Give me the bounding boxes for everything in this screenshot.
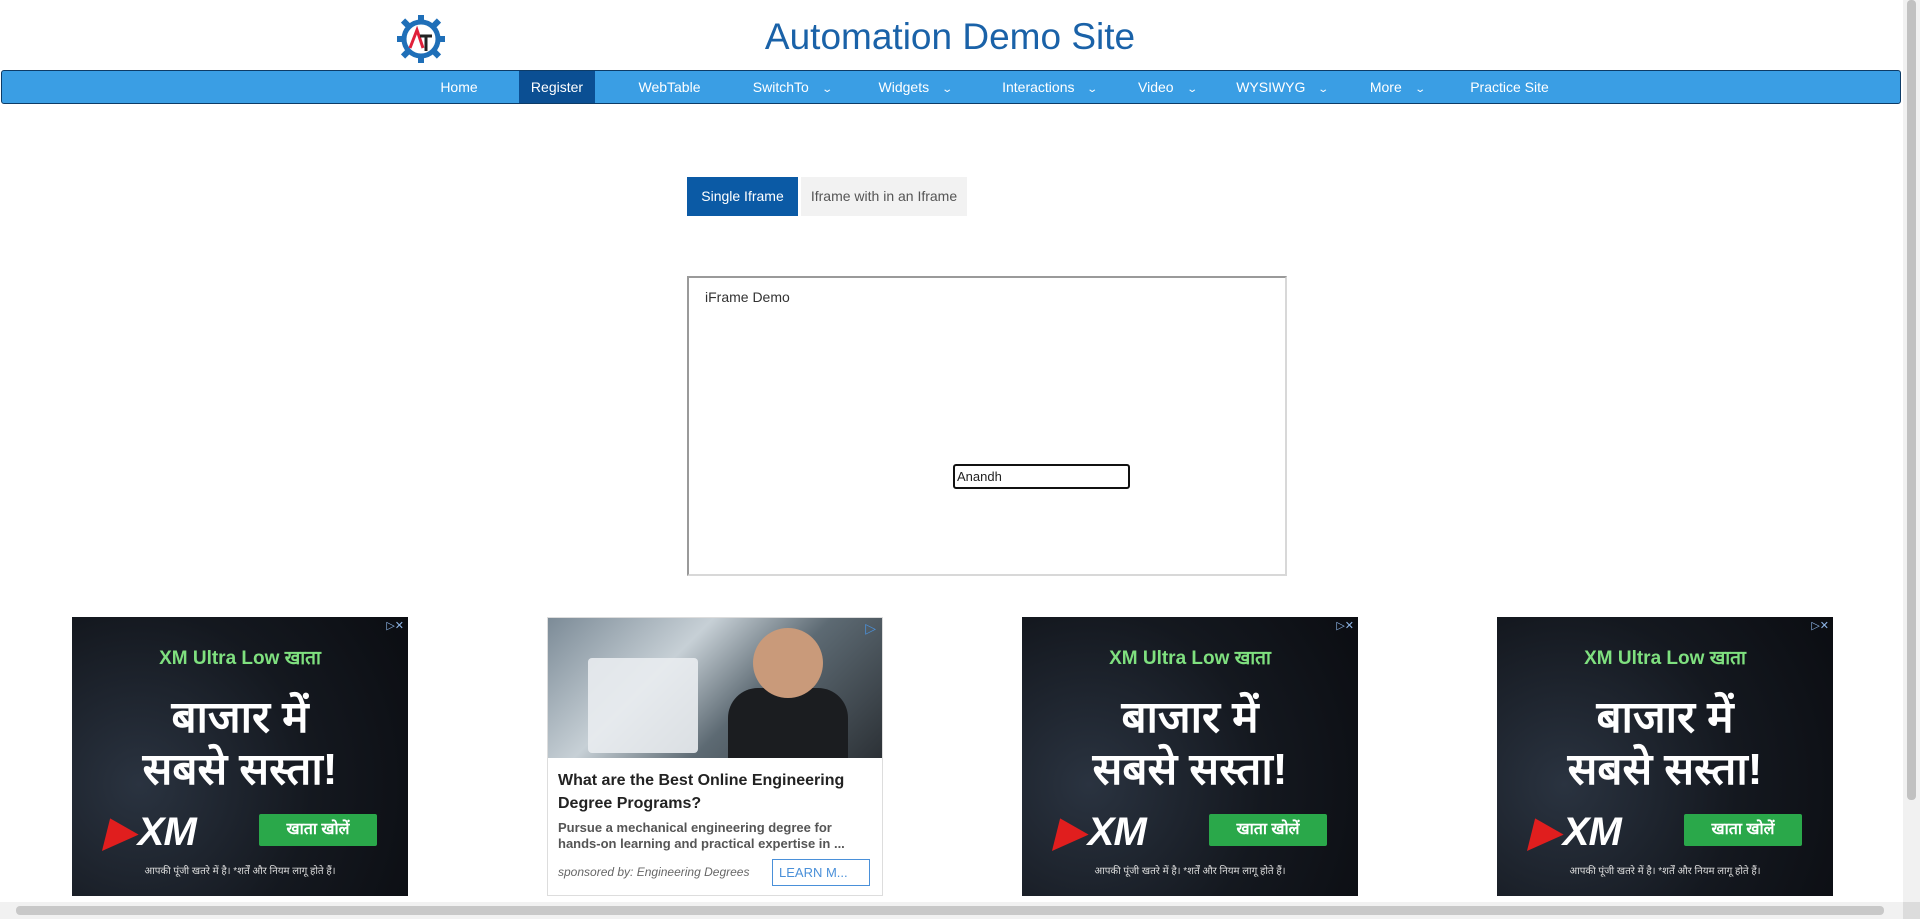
nav-wysiwyg[interactable]: WYSIWYG ⌄	[1227, 71, 1337, 103]
scrollbar-corner	[1903, 902, 1920, 919]
nav-register-label: Register	[530, 79, 584, 95]
ad-cta-button[interactable]: खाता खोलें	[1684, 814, 1802, 846]
chevron-down-icon: ⌄	[1317, 84, 1330, 95]
gear-at-logo[interactable]	[396, 14, 446, 64]
ad-headline-2: सबसे सस्ता!	[1567, 745, 1763, 794]
site-header: Automation Demo Site	[0, 0, 1903, 70]
engineering-ad[interactable]: ▷ What are the Best Online Engineering D…	[547, 617, 883, 896]
xm-brand-text: XM	[137, 810, 197, 854]
adchoices-close-icon[interactable]: ▷✕	[1336, 619, 1354, 632]
xm-ad-banner[interactable]: ▷✕ XM Ultra Low खाता बाजार में सबसे सस्त…	[1497, 617, 1833, 896]
ad-disclaimer: आपकी पूंजी खतरे में है। *शर्तें और नियम …	[1569, 866, 1761, 877]
nav-practice-site[interactable]: Practice Site	[1462, 71, 1557, 103]
horizontal-scrollbar[interactable]	[0, 902, 1903, 919]
single-iframe: iFrame Demo	[687, 276, 1287, 576]
ad-headline-1: बाजार में	[171, 693, 309, 742]
nav-video-label: Video	[1138, 79, 1174, 95]
ad-sponsor: sponsored by: Engineering Degrees	[558, 865, 750, 879]
xm-bull-icon: ▶	[1054, 810, 1085, 854]
iframe-demo-label: iFrame Demo	[705, 289, 790, 305]
site-title: Automation Demo Site	[764, 16, 1136, 57]
nav-webtable[interactable]: WebTable	[622, 71, 717, 103]
ad-headline-1: बाजार में	[1596, 693, 1734, 742]
nav-interactions-label: Interactions	[1002, 79, 1075, 95]
iframe-text-input[interactable]	[953, 464, 1130, 489]
person-head-image	[753, 628, 823, 698]
ad-headline[interactable]: What are the Best Online Engineering Deg…	[558, 769, 873, 815]
adchoices-close-icon[interactable]: ▷✕	[386, 619, 404, 632]
chevron-down-icon: ⌄	[941, 84, 954, 95]
nav-register[interactable]: Register	[519, 71, 595, 103]
nav-interactions[interactable]: Interactions ⌄	[987, 71, 1112, 103]
xm-brand-text: XM	[1087, 810, 1147, 854]
chevron-down-icon: ⌄	[1185, 84, 1198, 95]
ad-subtitle: XM Ultra Low खाता	[1584, 648, 1746, 669]
nav-home[interactable]: Home	[424, 71, 494, 103]
ad-headline-2: सबसे सस्ता!	[1092, 745, 1288, 794]
xm-logo: ▶ XM	[1529, 809, 1622, 855]
tab-single-iframe[interactable]: Single Iframe	[687, 177, 798, 216]
nav-video[interactable]: Video ⌄	[1127, 71, 1207, 103]
xm-logo: ▶ XM	[104, 809, 197, 855]
chevron-down-icon: ⌄	[821, 84, 833, 95]
vertical-scrollbar[interactable]	[1903, 0, 1920, 902]
nav-switchto-label: SwitchTo	[752, 79, 809, 95]
ad-headline-2: सबसे सस्ता!	[142, 745, 338, 794]
nav-widgets-label: Widgets	[878, 79, 930, 95]
ad-subtitle: XM Ultra Low खाता	[1109, 648, 1271, 669]
vertical-scroll-thumb[interactable]	[1907, 0, 1916, 800]
nav-wysiwyg-label: WYSIWYG	[1236, 79, 1306, 95]
ad-photo	[548, 618, 882, 758]
xm-logo: ▶ XM	[1054, 809, 1147, 855]
xm-ad-banner[interactable]: ▷✕ XM Ultra Low खाता बाजार में सबसे सस्त…	[72, 617, 408, 896]
person-body-image	[728, 688, 848, 758]
chevron-down-icon: ⌄	[1086, 84, 1099, 95]
xm-brand-text: XM	[1562, 810, 1622, 854]
learn-more-button[interactable]: LEARN M...	[772, 859, 870, 886]
nav-widgets[interactable]: Widgets ⌄	[865, 71, 965, 103]
nav-switchto[interactable]: SwitchTo ⌄	[742, 71, 842, 103]
ad-cta-button[interactable]: खाता खोलें	[1209, 814, 1327, 846]
main-navbar: Home Register WebTable SwitchTo ⌄ Widgets…	[1, 70, 1901, 104]
horizontal-scroll-thumb[interactable]	[16, 906, 1884, 915]
ad-headline-1: बाजार में	[1121, 693, 1259, 742]
nav-webtable-label: WebTable	[638, 79, 701, 95]
ad-body: Pursue a mechanical engineering degree f…	[558, 820, 845, 851]
nav-practice-site-label: Practice Site	[1470, 79, 1549, 95]
nav-more[interactable]: More ⌄	[1362, 71, 1432, 103]
xm-bull-icon: ▶	[1529, 810, 1560, 854]
adchoices-icon[interactable]: ▷	[865, 620, 876, 637]
adchoices-close-icon[interactable]: ▷✕	[1811, 619, 1829, 632]
nav-more-label: More	[1369, 79, 1402, 95]
ad-cta-button[interactable]: खाता खोलें	[259, 814, 377, 846]
ad-disclaimer: आपकी पूंजी खतरे में है। *शर्तें और नियम …	[1094, 866, 1286, 877]
ad-disclaimer: आपकी पूंजी खतरे में है। *शर्तें और नियम …	[144, 866, 336, 877]
chevron-down-icon: ⌄	[1414, 84, 1426, 95]
xm-bull-icon: ▶	[104, 810, 135, 854]
xm-ad-banner[interactable]: ▷✕ XM Ultra Low खाता बाजार में सबसे सस्त…	[1022, 617, 1358, 896]
nav-home-label: Home	[440, 79, 478, 95]
tab-nested-iframe[interactable]: Iframe with in an Iframe	[801, 177, 967, 216]
ad-subtitle: XM Ultra Low खाता	[159, 648, 321, 669]
robot-arm-image	[588, 658, 698, 753]
